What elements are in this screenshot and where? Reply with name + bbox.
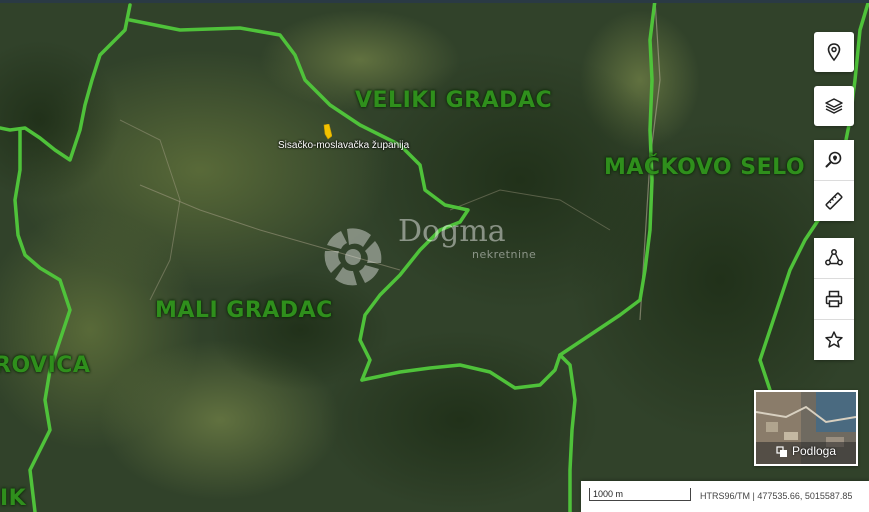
print-button[interactable] <box>814 278 854 319</box>
printer-icon <box>825 290 843 308</box>
basemap-label: Podloga <box>791 444 837 458</box>
top-border <box>0 0 869 3</box>
basemap-switch-icon <box>776 446 787 457</box>
region-label-rovica: ROVICA <box>0 353 91 378</box>
ruler-icon <box>825 192 843 210</box>
share-icon <box>825 249 843 266</box>
region-label-ik: IK <box>0 486 27 511</box>
coordinates-readout: HTRS96/TM | 477535.66, 5015587.85 <box>700 491 853 501</box>
location-pin-icon <box>827 43 841 62</box>
layers-icon <box>825 98 843 114</box>
region-label-mackovo-selo: MAČKOVO SELO <box>604 155 806 180</box>
parcel-marker[interactable] <box>322 124 332 140</box>
map-canvas[interactable]: VELIKI GRADAC MAČKOVO SELO MALI GRADAC R… <box>0 0 869 512</box>
share-button[interactable] <box>814 238 854 278</box>
basemap-label-row: Podloga <box>756 444 856 458</box>
region-label-mali-gradac: MALI GRADAC <box>155 298 333 323</box>
layers-button[interactable] <box>814 86 854 126</box>
scale-coordinates-bar: 1000 m HTRS96/TM | 477535.66, 5015587.85 <box>581 481 869 512</box>
search-location-button[interactable] <box>814 140 854 180</box>
favorite-button[interactable] <box>814 319 854 360</box>
measure-button[interactable] <box>814 180 854 221</box>
county-label: Sisačko-moslavačka županija <box>278 140 410 151</box>
watermark-tagline: nekretnine <box>472 248 537 261</box>
star-icon <box>825 331 843 348</box>
search-location-icon <box>825 151 842 168</box>
basemap-switcher[interactable]: Podloga <box>754 390 858 466</box>
watermark-brand: Dogma <box>398 214 506 249</box>
scale-label: 1000 m <box>593 489 624 499</box>
region-label-veliki-gradac: VELIKI GRADAC <box>355 88 553 113</box>
share-print-favorite-group <box>814 238 854 360</box>
search-measure-group <box>814 140 854 221</box>
location-button[interactable] <box>814 32 854 72</box>
